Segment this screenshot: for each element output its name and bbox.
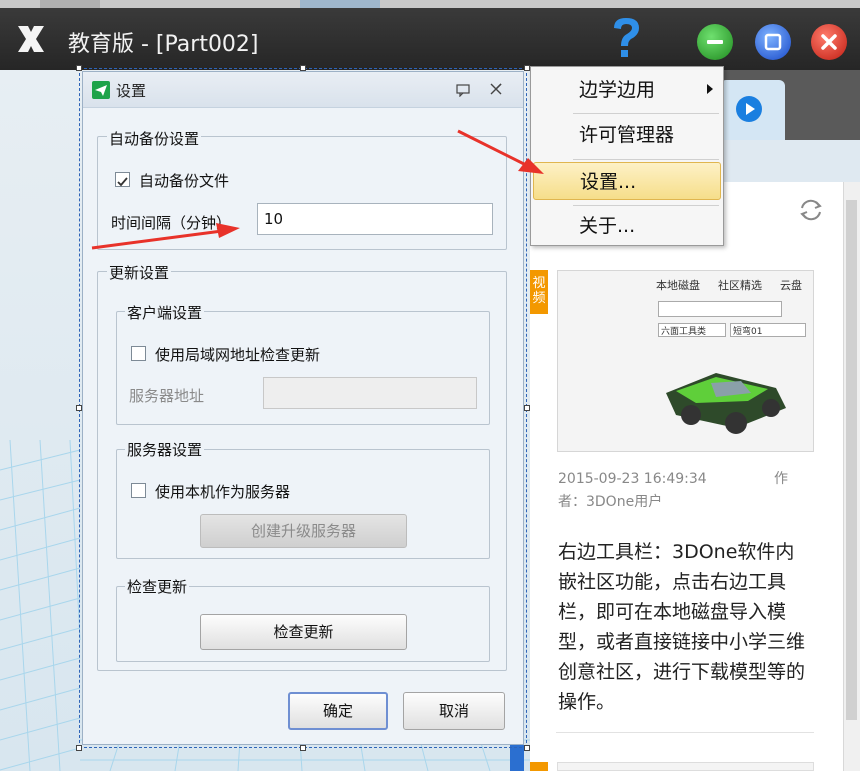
lan-update-label: 使用局域网地址检查更新 — [155, 346, 321, 364]
menu-separator — [573, 113, 719, 114]
app-logo-icon — [18, 26, 44, 52]
close-icon — [821, 34, 837, 50]
post-author: 者：3DOne用户 — [558, 494, 663, 510]
interval-input[interactable]: 10 — [257, 203, 493, 235]
dialog-title-bar[interactable]: 设置 — [83, 72, 523, 108]
video-badge: 视频 — [530, 270, 548, 314]
menu-item-learn-label: 边学边用 — [579, 79, 656, 101]
post-body: 右边工具栏：3DOne软件内嵌社区功能，点击右边工具栏，即可在本地磁盘导入模型，… — [558, 541, 806, 713]
menu-separator — [573, 159, 719, 160]
play-icon[interactable] — [735, 95, 763, 123]
model-preview — [666, 373, 786, 434]
interval-label: 时间间隔（分钟） — [111, 214, 232, 232]
thumb-tab-cloud: 云盘 — [780, 279, 802, 292]
auto-backup-checkbox[interactable] — [115, 172, 130, 187]
menu-item-license[interactable]: 许可管理器 — [533, 116, 721, 154]
close-button[interactable] — [811, 24, 847, 60]
thumb-tab-local: 本地磁盘 — [656, 279, 700, 292]
menu-item-settings[interactable]: 设置... — [533, 162, 721, 200]
post-author-prefix: 作 — [774, 471, 788, 487]
check-update-group-title: 检查更新 — [125, 576, 190, 597]
menu-item-settings-label: 设置... — [580, 171, 637, 193]
post-timestamp: 2015-09-23 16:49:34 — [558, 471, 707, 487]
minimize-icon — [707, 40, 723, 44]
settings-app-icon — [92, 81, 110, 99]
video-thumbnail[interactable]: 本地磁盘 社区精选 云盘 六面工具类 短弯01 — [557, 270, 814, 452]
pin-icon[interactable] — [455, 83, 471, 97]
thumb-search-field — [658, 301, 782, 317]
menu-item-learn[interactable]: 边学边用 — [533, 71, 721, 109]
cancel-button[interactable]: 取消 — [403, 692, 505, 730]
settings-dialog: 设置 自动备份设置 自动备份文件 时间间隔（分钟） 10 更新设置 客户端设置 … — [82, 71, 524, 745]
resize-handle[interactable] — [76, 745, 82, 751]
create-server-button[interactable]: 创建升级服务器 — [200, 514, 407, 548]
resize-handle[interactable] — [524, 405, 530, 411]
thumb-tab-community: 社区精选 — [718, 279, 762, 292]
auto-backup-group-title: 自动备份设置 — [107, 128, 202, 149]
help-icon[interactable] — [608, 16, 644, 62]
auto-backup-label: 自动备份文件 — [139, 172, 230, 190]
checkmark-icon — [117, 177, 128, 187]
maximize-button[interactable] — [755, 24, 791, 60]
menu-separator — [573, 205, 719, 206]
client-group-title: 客户端设置 — [125, 302, 205, 323]
submenu-arrow-icon — [707, 84, 713, 94]
maximize-icon — [764, 33, 782, 51]
server-address-input[interactable] — [263, 377, 477, 409]
menu-item-about[interactable]: 关于... — [533, 207, 721, 245]
title-bar[interactable]: 教育版 - [Part002] — [0, 8, 860, 70]
post-divider — [556, 732, 814, 733]
menu-item-about-label: 关于... — [579, 215, 636, 237]
close-icon[interactable] — [488, 81, 504, 97]
server-address-label: 服务器地址 — [129, 387, 205, 405]
thumb-dropdown-2: 短弯01 — [730, 323, 806, 337]
ok-button[interactable]: 确定 — [288, 692, 388, 730]
check-update-button[interactable]: 检查更新 — [200, 614, 407, 650]
thumb-dropdown-1: 六面工具类 — [658, 323, 726, 337]
minimize-button[interactable] — [697, 24, 733, 60]
refresh-icon[interactable] — [797, 196, 825, 224]
window-title: 教育版 - [Part002] — [68, 32, 259, 57]
local-server-checkbox[interactable] — [131, 483, 146, 498]
video-badge-next — [530, 762, 548, 771]
lan-update-checkbox[interactable] — [131, 346, 146, 361]
server-group-title: 服务器设置 — [125, 439, 205, 460]
update-group-title: 更新设置 — [107, 262, 172, 283]
menu-item-license-label: 许可管理器 — [579, 124, 675, 146]
panel-scrollbar-thumb[interactable] — [846, 200, 857, 720]
resize-handle[interactable] — [524, 745, 530, 751]
help-menu: 边学边用 许可管理器 设置... 关于... — [530, 66, 724, 246]
resize-handle[interactable] — [524, 65, 530, 71]
video-thumbnail-next[interactable] — [557, 762, 814, 771]
dialog-title: 设置 — [116, 82, 147, 100]
resize-handle[interactable] — [300, 745, 306, 751]
local-server-label: 使用本机作为服务器 — [155, 483, 291, 501]
